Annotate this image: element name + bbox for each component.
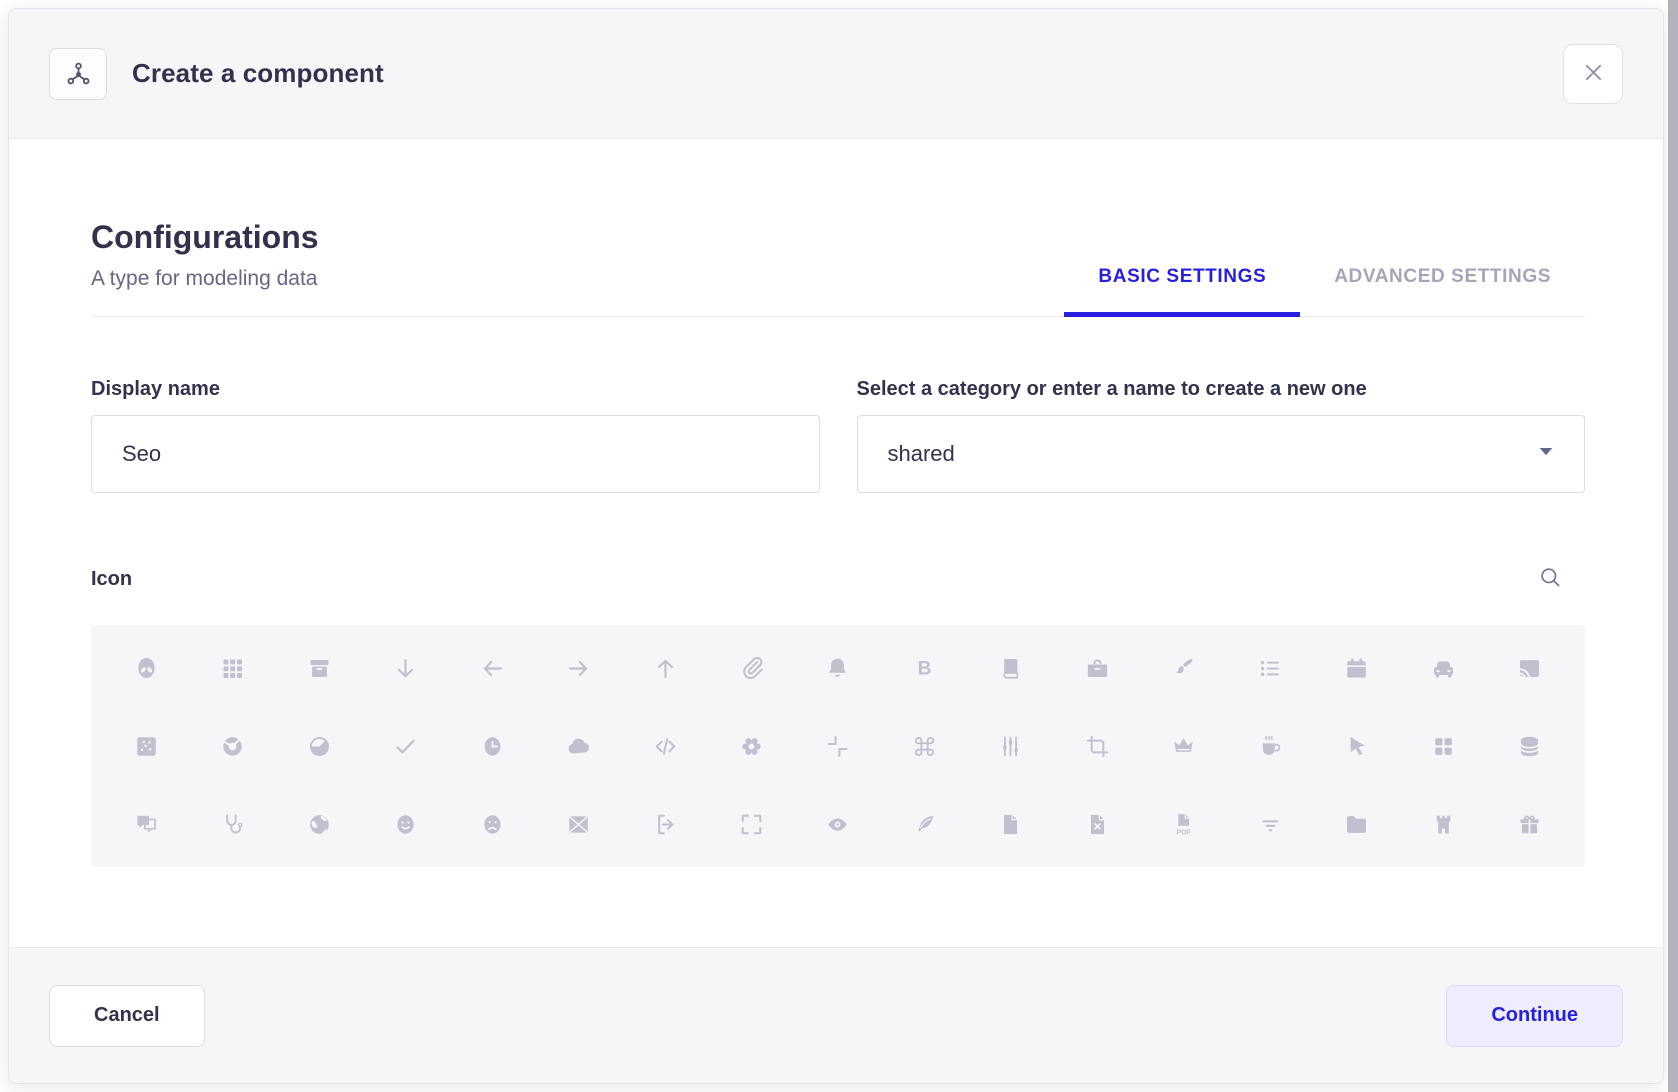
- briefcase-icon[interactable]: [1084, 655, 1111, 682]
- tab-basic-settings[interactable]: BASIC SETTINGS: [1064, 266, 1300, 317]
- heading-block: Configurations A type for modeling data: [91, 217, 319, 316]
- bullet-list-icon[interactable]: [1257, 655, 1284, 682]
- apps-icon[interactable]: [219, 655, 246, 682]
- icon-label: Icon: [91, 567, 132, 591]
- modal-footer: Cancel Continue: [9, 947, 1663, 1083]
- page-title: Configurations: [91, 217, 319, 257]
- sliders-icon[interactable]: [997, 733, 1024, 760]
- close-button[interactable]: [1563, 44, 1623, 104]
- icon-grid: B PDF: [91, 625, 1585, 867]
- scrollbar[interactable]: [1668, 0, 1678, 1092]
- expand-icon[interactable]: [738, 811, 765, 838]
- arrow-up-icon[interactable]: [652, 655, 679, 682]
- icon-picker-header: Icon: [91, 565, 1585, 593]
- cursor-icon[interactable]: [1343, 733, 1370, 760]
- component-icon: [49, 48, 107, 100]
- exit-icon[interactable]: [652, 811, 679, 838]
- category-select[interactable]: shared: [857, 415, 1586, 493]
- search-icon-button[interactable]: [1538, 565, 1563, 593]
- cast-icon[interactable]: [1516, 655, 1543, 682]
- category-field: Select a category or enter a name to cre…: [857, 377, 1586, 493]
- eye-icon[interactable]: [824, 811, 851, 838]
- bold-icon[interactable]: B: [911, 655, 938, 682]
- bell-icon[interactable]: [824, 655, 851, 682]
- continue-button[interactable]: Continue: [1446, 985, 1623, 1047]
- display-name-field: Display name: [91, 377, 820, 493]
- emotion-happy-icon[interactable]: [392, 811, 419, 838]
- crown-icon[interactable]: [1170, 733, 1197, 760]
- emotion-unhappy-icon[interactable]: [479, 811, 506, 838]
- command-icon[interactable]: [911, 733, 938, 760]
- file-icon[interactable]: [997, 811, 1024, 838]
- database-icon[interactable]: [1516, 733, 1543, 760]
- modal-title: Create a component: [132, 58, 384, 89]
- book-icon[interactable]: [997, 655, 1024, 682]
- display-name-input[interactable]: [91, 415, 820, 493]
- display-name-label: Display name: [91, 377, 820, 401]
- brush-icon[interactable]: [1170, 655, 1197, 682]
- modal-header: Create a component: [9, 9, 1663, 139]
- arrow-left-icon[interactable]: [479, 655, 506, 682]
- gate-icon[interactable]: [1430, 811, 1457, 838]
- svg-text:PDF: PDF: [1177, 829, 1192, 837]
- clock-icon[interactable]: [479, 733, 506, 760]
- check-icon[interactable]: [392, 733, 419, 760]
- arrow-down-icon[interactable]: [392, 655, 419, 682]
- archive-icon[interactable]: [306, 655, 333, 682]
- chevron-down-icon: [1534, 439, 1558, 469]
- collapse-icon[interactable]: [824, 733, 851, 760]
- calendar-icon[interactable]: [1343, 655, 1370, 682]
- earth-icon[interactable]: [306, 811, 333, 838]
- search-icon: [1538, 565, 1563, 593]
- dashboard-icon[interactable]: [1430, 733, 1457, 760]
- car-icon[interactable]: [1430, 655, 1457, 682]
- gift-icon[interactable]: [1516, 811, 1543, 838]
- cloud-icon[interactable]: [565, 733, 592, 760]
- filter-icon[interactable]: [1257, 811, 1284, 838]
- feather-icon[interactable]: [911, 811, 938, 838]
- category-label: Select a category or enter a name to cre…: [857, 377, 1586, 401]
- page-subtitle: A type for modeling data: [91, 266, 319, 292]
- doctor-icon[interactable]: [219, 811, 246, 838]
- category-selected-value: shared: [888, 441, 955, 467]
- cog-icon[interactable]: [738, 733, 765, 760]
- svg-text:B: B: [918, 659, 932, 680]
- crop-icon[interactable]: [1084, 733, 1111, 760]
- envelop-icon[interactable]: [565, 811, 592, 838]
- close-icon: [1581, 60, 1606, 88]
- file-error-icon[interactable]: [1084, 811, 1111, 838]
- chart-circle-icon[interactable]: [219, 733, 246, 760]
- tab-advanced-settings[interactable]: ADVANCED SETTINGS: [1300, 266, 1585, 317]
- configurations-header: Configurations A type for modeling data …: [91, 217, 1585, 317]
- cancel-button[interactable]: Cancel: [49, 985, 205, 1047]
- form-row: Display name Select a category or enter …: [91, 377, 1585, 493]
- discuss-icon[interactable]: [133, 811, 160, 838]
- arrow-right-icon[interactable]: [565, 655, 592, 682]
- page: Create a component Configurations A type…: [0, 0, 1678, 1092]
- file-pdf-icon[interactable]: PDF: [1170, 811, 1197, 838]
- attachment-icon[interactable]: [738, 655, 765, 682]
- folder-icon[interactable]: [1343, 811, 1370, 838]
- cup-icon[interactable]: [1257, 733, 1284, 760]
- create-component-modal: Create a component Configurations A type…: [8, 8, 1664, 1084]
- chart-bubble-icon[interactable]: [133, 733, 160, 760]
- code-icon[interactable]: [652, 733, 679, 760]
- alien-icon[interactable]: [133, 655, 160, 682]
- chart-pie-icon[interactable]: [306, 733, 333, 760]
- modal-body: Configurations A type for modeling data …: [9, 139, 1663, 947]
- settings-tabs: BASIC SETTINGS ADVANCED SETTINGS: [1064, 266, 1585, 316]
